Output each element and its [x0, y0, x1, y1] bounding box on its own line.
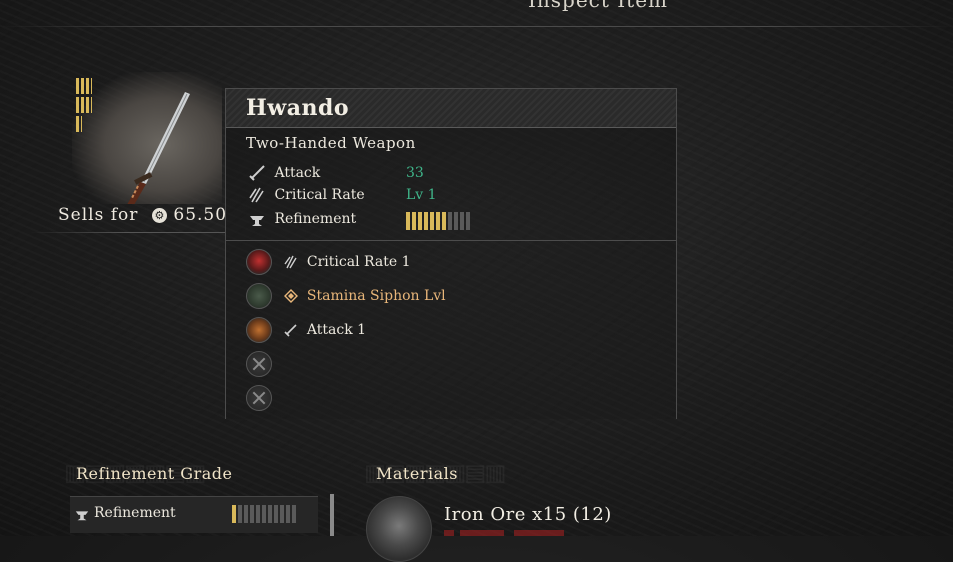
- sells-label: Sells for: [58, 205, 139, 225]
- refinement-grade-label: Refinement: [94, 505, 176, 521]
- level-segment: [418, 212, 422, 230]
- panel-divider: [226, 240, 676, 241]
- material-name: Iron Ore x15 (12): [444, 504, 612, 525]
- level-segment: [232, 505, 236, 523]
- screen-title: Inspect Item: [528, 0, 669, 12]
- refinement-grade-row[interactable]: Refinement: [70, 496, 318, 533]
- level-segment: [250, 505, 254, 523]
- sell-price-value: 65.50: [173, 205, 228, 225]
- sword-icon: [284, 324, 298, 337]
- materials-title: Materials: [376, 464, 458, 483]
- level-segment: [454, 212, 458, 230]
- diamond-icon: [284, 289, 299, 303]
- level-segment: [436, 212, 440, 230]
- katana-icon: [127, 92, 190, 204]
- anvil-icon: [250, 216, 264, 226]
- sell-price: Sells for ⚙ 65.50: [58, 205, 227, 225]
- refinement-level-bar: [406, 212, 470, 230]
- item-name: Hwando: [246, 95, 350, 121]
- gem-socket-red-icon: [246, 249, 272, 275]
- slot-3[interactable]: Attack 1: [246, 317, 366, 345]
- claw-icon: [284, 255, 298, 269]
- level-segment: [466, 212, 470, 230]
- item-detail-panel: Hwando Two-Handed Weapon Attack 33 Criti…: [225, 88, 677, 419]
- gem-socket-orange-icon: [246, 317, 272, 343]
- stat-attack: Attack: [248, 164, 320, 184]
- scrollbar[interactable]: [330, 494, 334, 536]
- refinement-grade-bar: [232, 505, 296, 523]
- level-segment: [268, 505, 272, 523]
- coin-icon: ⚙: [152, 208, 168, 223]
- stat-attack-value: 33: [406, 165, 424, 181]
- rarity-indicator: [76, 78, 92, 134]
- material-requirement-text: [444, 530, 624, 536]
- slot-2[interactable]: Stamina Siphon Lvl: [246, 283, 446, 311]
- level-segment: [442, 212, 446, 230]
- level-segment: [412, 212, 416, 230]
- empty-socket-icon: [246, 351, 272, 377]
- stat-critical-rate: Critical Rate: [248, 186, 365, 206]
- level-segment: [424, 212, 428, 230]
- anvil-icon: [75, 511, 89, 521]
- level-segment: [460, 212, 464, 230]
- iron-ore-icon: [366, 496, 432, 562]
- stat-refinement: Refinement: [248, 210, 356, 230]
- sword-icon: [249, 165, 265, 181]
- level-segment: [292, 505, 296, 523]
- stat-critical-rate-value: Lv 1: [406, 187, 437, 203]
- level-segment: [280, 505, 284, 523]
- claw-icon: [249, 187, 264, 203]
- slot-4-empty[interactable]: [246, 351, 272, 379]
- gem-socket-green-icon: [246, 283, 272, 309]
- level-segment: [274, 505, 278, 523]
- item-preview-image: [72, 72, 222, 204]
- level-segment: [244, 505, 248, 523]
- item-type: Two-Handed Weapon: [246, 134, 416, 152]
- level-segment: [286, 505, 290, 523]
- slot-1[interactable]: Critical Rate 1: [246, 249, 410, 277]
- empty-socket-icon: [246, 385, 272, 411]
- level-segment: [238, 505, 242, 523]
- level-segment: [406, 212, 410, 230]
- level-segment: [262, 505, 266, 523]
- refinement-grade-title: Refinement Grade: [76, 464, 233, 483]
- header-divider: [0, 26, 953, 27]
- level-segment: [448, 212, 452, 230]
- level-segment: [256, 505, 260, 523]
- slot-5-empty[interactable]: [246, 385, 272, 413]
- sell-divider: [30, 232, 226, 233]
- level-segment: [430, 212, 434, 230]
